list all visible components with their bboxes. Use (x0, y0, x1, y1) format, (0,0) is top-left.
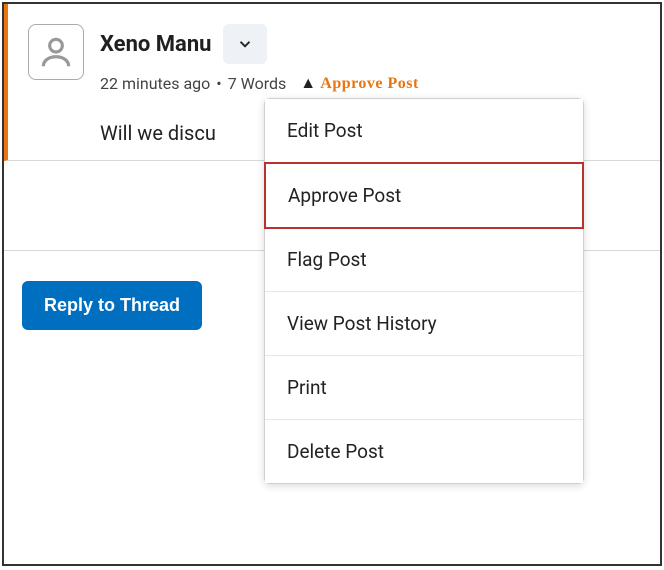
dropdown-item-edit-post[interactable]: Edit Post (265, 99, 583, 163)
post-actions-button[interactable] (223, 24, 267, 64)
meta-separator: • (216, 74, 221, 93)
word-count: 7 Words (228, 74, 287, 93)
post-header: Xeno Manu 22 minutes ago • 7 Words ▲ App… (28, 24, 640, 93)
post-meta: 22 minutes ago • 7 Words ▲ Approve Post (100, 74, 640, 93)
post-time: 22 minutes ago (100, 74, 210, 93)
app-container: Xeno Manu 22 minutes ago • 7 Words ▲ App… (2, 2, 662, 566)
post-actions-dropdown: Edit Post Approve Post Flag Post View Po… (264, 98, 584, 484)
dropdown-item-view-post-history[interactable]: View Post History (265, 292, 583, 356)
dropdown-item-print[interactable]: Print (265, 356, 583, 420)
author-name: Xeno Manu (100, 32, 211, 57)
dropdown-item-approve-post[interactable]: Approve Post (264, 162, 584, 229)
post-info: Xeno Manu 22 minutes ago • 7 Words ▲ App… (100, 24, 640, 93)
approve-hint: ▲ Approve Post (300, 75, 419, 93)
dropdown-item-flag-post[interactable]: Flag Post (265, 228, 583, 292)
author-row: Xeno Manu (100, 24, 640, 64)
chevron-down-icon (236, 35, 254, 53)
dropdown-item-delete-post[interactable]: Delete Post (265, 420, 583, 483)
reply-to-thread-button[interactable]: Reply to Thread (22, 281, 202, 330)
person-icon (37, 33, 75, 71)
avatar (28, 24, 84, 80)
